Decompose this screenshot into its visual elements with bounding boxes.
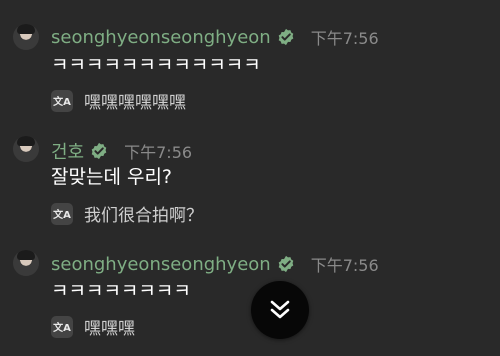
translation-row[interactable]: 文A 嘿嘿嘿嘿嘿嘿 [51, 88, 186, 113]
timestamp: 下午7:56 [310, 29, 379, 48]
scroll-to-bottom-button[interactable] [251, 281, 309, 339]
message-text: ㅋㅋㅋㅋㅋㅋㅋㅋ [51, 280, 191, 302]
translation-text: 嘿嘿嘿 [84, 319, 135, 339]
message-header: seonghyeonseonghyeon 下午7:56 [51, 252, 379, 276]
translate-icon: 文A [51, 202, 73, 225]
username[interactable]: seonghyeonseonghyeon [51, 27, 271, 48]
translation-text: 嘿嘿嘿嘿嘿嘿 [84, 93, 186, 113]
username[interactable]: 건호 [51, 138, 84, 164]
avatar[interactable] [13, 250, 39, 276]
message-text: ㅋㅋㅋㅋㅋㅋㅋㅋㅋㅋㅋㅋ [51, 54, 261, 76]
timestamp: 下午7:56 [124, 143, 193, 162]
avatar[interactable] [13, 136, 39, 162]
message-header: 건호 下午7:56 [51, 138, 192, 164]
double-chevron-down-icon [270, 300, 290, 319]
translate-icon: 文A [51, 89, 73, 112]
translation-row[interactable]: 文A 嘿嘿嘿 [51, 314, 135, 339]
translation-text: 我们很合拍啊？ [84, 206, 203, 226]
verified-badge-icon [91, 142, 107, 160]
avatar[interactable] [13, 24, 39, 50]
timestamp: 下午7:56 [310, 256, 379, 275]
message-header: seonghyeonseonghyeon 下午7:56 [51, 25, 379, 49]
username[interactable]: seonghyeonseonghyeon [51, 254, 271, 275]
verified-badge-icon [278, 255, 294, 273]
translation-row[interactable]: 文A 我们很合拍啊？ [51, 201, 203, 226]
translate-icon: 文A [51, 315, 73, 338]
verified-badge-icon [278, 28, 294, 46]
message-text: 잘맞는데 우리? [51, 166, 173, 188]
